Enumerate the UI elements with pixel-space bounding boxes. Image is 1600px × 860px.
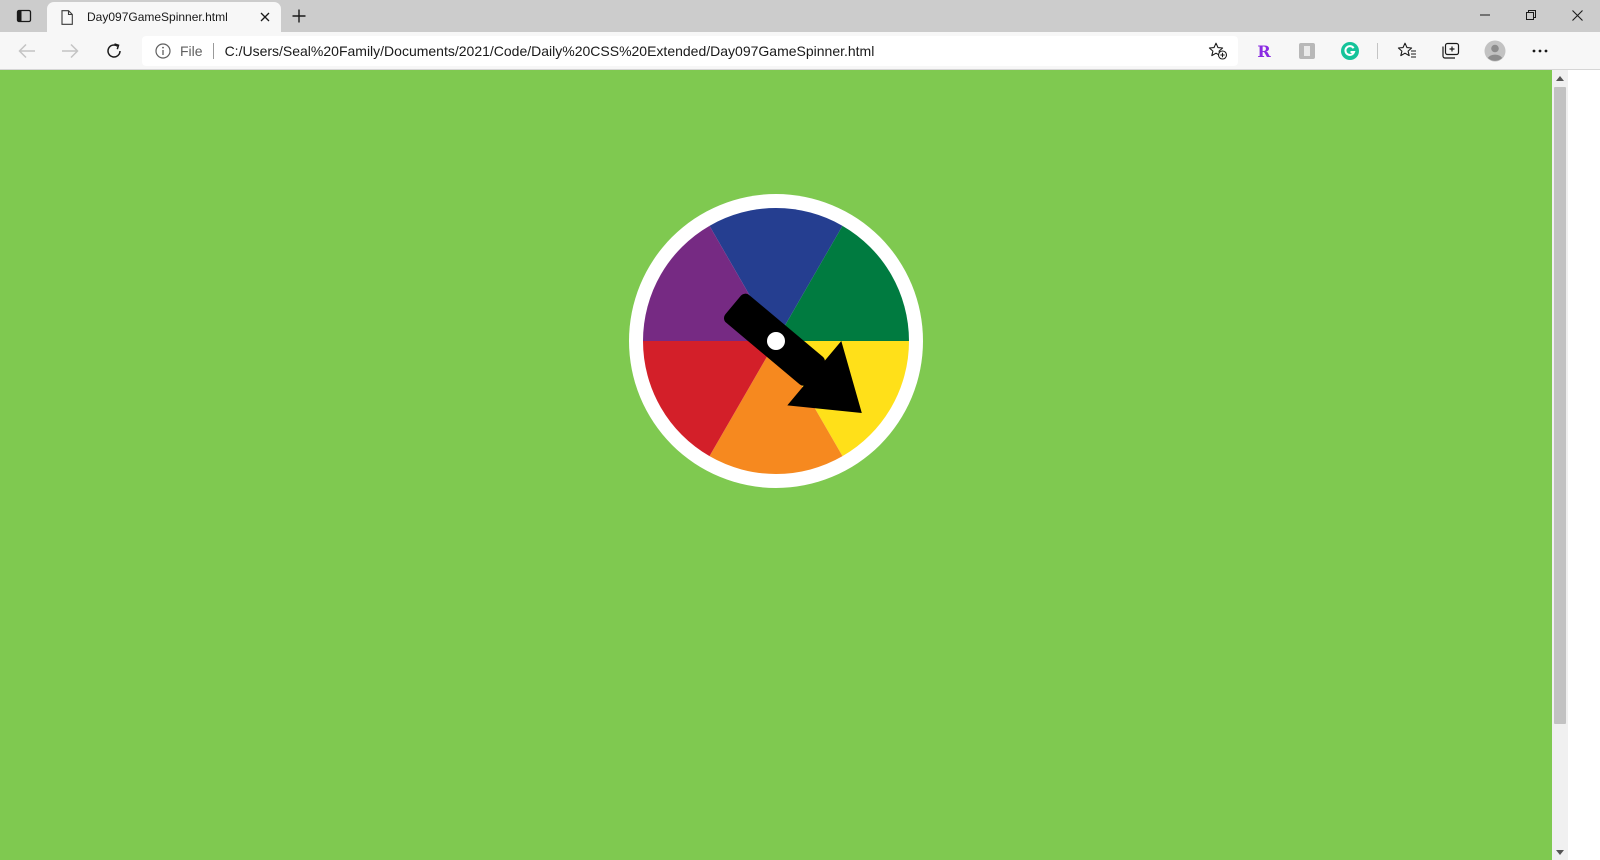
active-tab[interactable]: Day097GameSpinner.html bbox=[47, 2, 281, 32]
close-icon bbox=[1571, 9, 1583, 21]
r-extension-icon[interactable]: R bbox=[1253, 40, 1275, 62]
game-spinner[interactable] bbox=[629, 194, 923, 488]
collections-button[interactable] bbox=[1440, 40, 1462, 62]
page-viewport bbox=[0, 70, 1552, 860]
favorites-star-icon bbox=[1397, 42, 1416, 58]
puzzle-extension-icon[interactable] bbox=[1296, 40, 1318, 62]
back-arrow-icon bbox=[18, 43, 35, 59]
window-controls bbox=[1462, 0, 1600, 30]
new-tab-button[interactable] bbox=[288, 5, 310, 27]
minimize-icon bbox=[1480, 14, 1490, 16]
settings-menu-button[interactable] bbox=[1529, 40, 1551, 62]
tab-title: Day097GameSpinner.html bbox=[87, 10, 228, 24]
vertical-scrollbar[interactable] bbox=[1552, 70, 1568, 860]
browser-toolbar: File C:/Users/Seal%20Family/Documents/20… bbox=[0, 32, 1600, 70]
favorites-button[interactable] bbox=[1396, 40, 1418, 62]
add-favorite-icon[interactable] bbox=[1208, 42, 1228, 60]
spinner-hub bbox=[767, 332, 785, 350]
back-button[interactable] bbox=[13, 37, 41, 65]
puzzle-extension-graphic bbox=[1299, 43, 1315, 59]
grammarly-graphic bbox=[1341, 42, 1359, 60]
plus-icon bbox=[292, 9, 306, 23]
collections-icon bbox=[1442, 42, 1460, 59]
scroll-up-arrow-icon[interactable] bbox=[1552, 70, 1568, 86]
scroll-thumb[interactable] bbox=[1554, 87, 1566, 724]
profile-button[interactable] bbox=[1484, 40, 1506, 62]
vertical-tabs-icon bbox=[16, 9, 32, 23]
close-window-button[interactable] bbox=[1554, 0, 1600, 30]
address-bar[interactable]: File C:/Users/Seal%20Family/Documents/20… bbox=[142, 36, 1238, 66]
window-edge bbox=[1568, 70, 1600, 860]
restore-button[interactable] bbox=[1508, 0, 1554, 30]
grammarly-icon[interactable] bbox=[1339, 40, 1361, 62]
tab-strip: Day097GameSpinner.html bbox=[0, 0, 1600, 32]
scroll-down-arrow-icon[interactable] bbox=[1552, 844, 1568, 860]
url-text[interactable]: C:/Users/Seal%20Family/Documents/2021/Co… bbox=[225, 43, 875, 59]
minimize-button[interactable] bbox=[1462, 0, 1508, 30]
close-tab-icon[interactable] bbox=[255, 7, 275, 27]
forward-button[interactable] bbox=[56, 37, 84, 65]
r-extension-glyph: R bbox=[1257, 41, 1271, 61]
file-page-icon bbox=[59, 9, 75, 25]
refresh-icon bbox=[107, 43, 121, 58]
restore-icon bbox=[1526, 10, 1536, 20]
more-options-icon bbox=[1532, 49, 1548, 53]
toolbar-divider bbox=[1377, 43, 1378, 59]
avatar-icon bbox=[1484, 40, 1506, 62]
url-scheme-label: File bbox=[180, 43, 203, 59]
refresh-button[interactable] bbox=[100, 37, 128, 65]
forward-arrow-icon bbox=[62, 43, 79, 59]
tab-actions-menu-button[interactable] bbox=[12, 6, 36, 26]
address-divider bbox=[212, 43, 214, 59]
spinner-graphic bbox=[629, 194, 923, 488]
site-info-icon[interactable] bbox=[154, 42, 172, 60]
